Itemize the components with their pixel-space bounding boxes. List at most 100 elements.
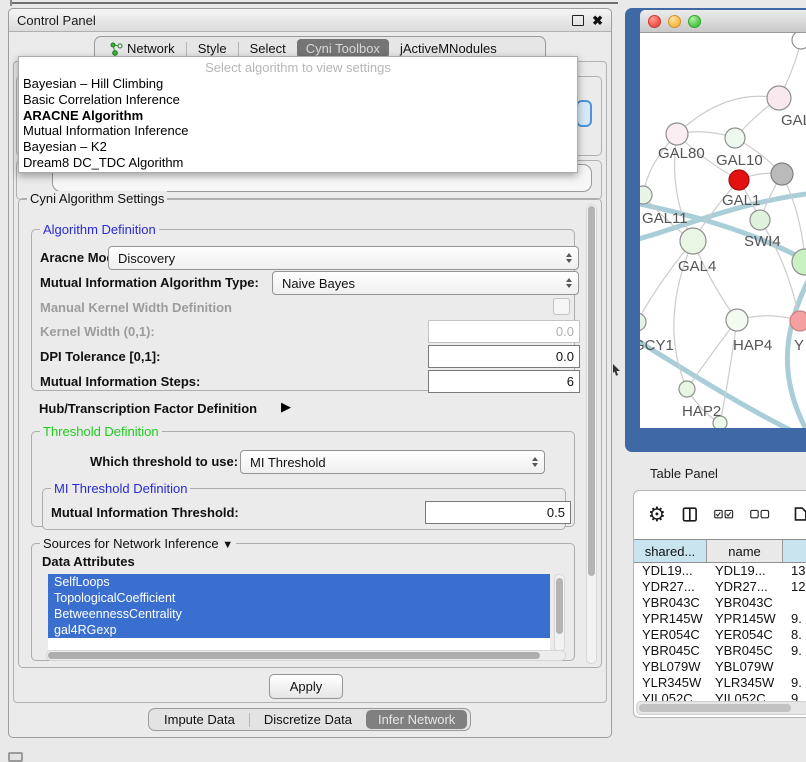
list-item[interactable]: gal4RGexp	[48, 622, 550, 638]
dropdown-item[interactable]: Mutual Information Inference	[19, 123, 577, 139]
kernel-width-field[interactable]: 0.0	[428, 320, 580, 343]
attributes-scrollbar-track[interactable]	[554, 574, 565, 652]
table-row[interactable]: YBL079WYBL079W	[634, 659, 806, 675]
dpi-tolerance-field[interactable]: 0.0	[428, 345, 580, 368]
document-icon[interactable]	[794, 504, 806, 524]
tab-discretize-data[interactable]: Discretize Data	[252, 710, 364, 729]
mi-algorithm-type-select[interactable]: Naive Bayes	[272, 271, 579, 295]
node-hap4[interactable]	[726, 309, 748, 331]
label-gal10: GAL10	[716, 152, 763, 169]
mi-algorithm-type-value: Naive Bayes	[282, 276, 355, 291]
cell: 8.	[783, 627, 806, 643]
cell: YPR145W	[707, 611, 783, 627]
kernel-width-value: 0.0	[556, 324, 574, 339]
node-swi4[interactable]	[750, 210, 770, 230]
table-row[interactable]: YLR345WYLR345W9.	[634, 675, 806, 691]
gear-icon[interactable]: ⚙	[648, 504, 666, 524]
settings-scrollbar-thumb[interactable]	[588, 206, 595, 576]
network-canvas[interactable]: GAL GAL80 GAL10 GAL1 GAL11 SWI4 GAL4 GCY…	[640, 33, 806, 428]
table-row[interactable]: YPR145WYPR145W9.	[634, 611, 806, 627]
node-hap2[interactable]	[679, 381, 695, 397]
tab-separator	[186, 42, 187, 56]
checked-checkboxes-icon[interactable]	[714, 508, 734, 521]
network-window-titlebar[interactable]	[640, 10, 806, 33]
split-columns-icon[interactable]	[682, 504, 698, 525]
mi-threshold-field[interactable]: 0.5	[425, 501, 571, 524]
close-icon[interactable]: ✖	[592, 14, 603, 27]
minimize-window-icon[interactable]	[668, 15, 681, 28]
manual-kernel-width-checkbox[interactable]	[553, 298, 570, 315]
attributes-scrollbar-thumb[interactable]	[556, 578, 563, 634]
dpi-tolerance-label: DPI Tolerance [0,1]:	[40, 349, 160, 364]
table-row[interactable]: YBR043CYBR043C	[634, 595, 806, 611]
label-hap4: HAP4	[733, 337, 772, 354]
tab-infer-network[interactable]: Infer Network	[366, 710, 467, 729]
minimized-panel-icon[interactable]	[8, 752, 23, 762]
unchecked-checkboxes-icon[interactable]	[750, 508, 770, 521]
table-panel-title: Table Panel	[650, 466, 718, 481]
collapse-arrow-icon[interactable]: ▼	[222, 539, 233, 551]
node-gray[interactable]	[771, 163, 793, 185]
thick-edges	[640, 193, 806, 428]
panel-title: Control Panel	[17, 13, 96, 28]
apply-button[interactable]: Apply	[269, 674, 343, 699]
node-labels: GAL GAL80 GAL10 GAL1 GAL11 SWI4 GAL4 GCY…	[640, 112, 806, 420]
node-gal80[interactable]	[666, 123, 688, 145]
aracne-mode-select[interactable]: Discovery	[108, 246, 579, 270]
table-row[interactable]: YDR27...YDR27...12	[634, 579, 806, 595]
cell: YBL079W	[707, 659, 783, 675]
tab-impute-data[interactable]: Impute Data	[152, 710, 247, 729]
column-header-shared[interactable]: shared...	[634, 540, 707, 562]
float-window-icon[interactable]	[572, 15, 584, 26]
settings-scrollbar-track[interactable]	[586, 204, 597, 664]
node-gcy1[interactable]	[640, 313, 646, 331]
dropdown-item[interactable]: Bayesian – Hill Climbing	[19, 76, 577, 92]
dropdown-item[interactable]: Basic Correlation Inference	[19, 92, 577, 108]
table-hscrollbar-thumb[interactable]	[639, 704, 791, 712]
node-gal11[interactable]	[640, 186, 652, 204]
cell: 9.	[783, 611, 806, 627]
cell: 9.	[783, 643, 806, 659]
cell: 13	[783, 563, 806, 579]
table-row[interactable]: YDL19...YDL19...13	[634, 563, 806, 579]
mi-steps-field[interactable]: 6	[428, 370, 580, 393]
manual-kernel-width-label: Manual Kernel Width Definition	[40, 300, 232, 315]
list-item[interactable]: BetweennessCentrality	[48, 606, 550, 622]
sources-group: Sources for Network Inference ▼ Data Att…	[31, 543, 575, 661]
data-attributes-label: Data Attributes	[42, 554, 135, 569]
close-window-icon[interactable]	[648, 15, 661, 28]
column-header-name[interactable]: name	[707, 540, 783, 562]
attributes-hscrollbar-track[interactable]	[46, 650, 566, 661]
which-threshold-select[interactable]: MI Threshold	[240, 450, 545, 474]
list-item[interactable]: SelfLoops	[48, 574, 550, 590]
list-item[interactable]: TopologicalCoefficient	[48, 590, 550, 606]
table-row[interactable]: YER054CYER054C8.	[634, 627, 806, 643]
cell: YDR27...	[707, 579, 783, 595]
column-header-partial[interactable]	[783, 540, 806, 562]
node-pink-top[interactable]	[767, 86, 791, 110]
dropdown-item[interactable]: Bayesian – K2	[19, 139, 577, 155]
cell: YBR045C	[707, 643, 783, 659]
cyni-settings-group-title: Cyni Algorithm Settings	[27, 191, 167, 206]
focused-button-fragment[interactable]	[576, 100, 592, 127]
table-hscrollbar-track[interactable]	[636, 701, 806, 715]
dropdown-item[interactable]: Dream8 DC_TDC Algorithm	[19, 155, 577, 171]
attributes-hscrollbar-thumb[interactable]	[48, 652, 540, 659]
node-gal4[interactable]	[680, 228, 706, 254]
cell: YBL079W	[634, 659, 707, 675]
zoom-window-icon[interactable]	[688, 15, 701, 28]
table-row[interactable]: YBR045CYBR045C9.	[634, 643, 806, 659]
node-gal10[interactable]	[725, 128, 745, 148]
node-gal1-red[interactable]	[729, 170, 749, 190]
label-gal80: GAL80	[658, 145, 705, 162]
dropdown-item-selected[interactable]: ARACNE Algorithm	[19, 108, 577, 124]
apply-button-label: Apply	[290, 679, 323, 694]
stepper-arrows-icon	[566, 253, 572, 263]
label-gal1: GAL1	[722, 192, 760, 209]
expand-arrow-icon[interactable]: ▶	[281, 399, 291, 415]
data-attributes-list[interactable]: SelfLoops TopologicalCoefficient Between…	[48, 574, 550, 650]
network-view-frame: GAL GAL80 GAL10 GAL1 GAL11 SWI4 GAL4 GCY…	[625, 8, 806, 452]
dpi-tolerance-value: 0.0	[556, 349, 574, 364]
node-edge-top[interactable]	[792, 33, 806, 49]
node-salmon[interactable]	[790, 311, 806, 331]
